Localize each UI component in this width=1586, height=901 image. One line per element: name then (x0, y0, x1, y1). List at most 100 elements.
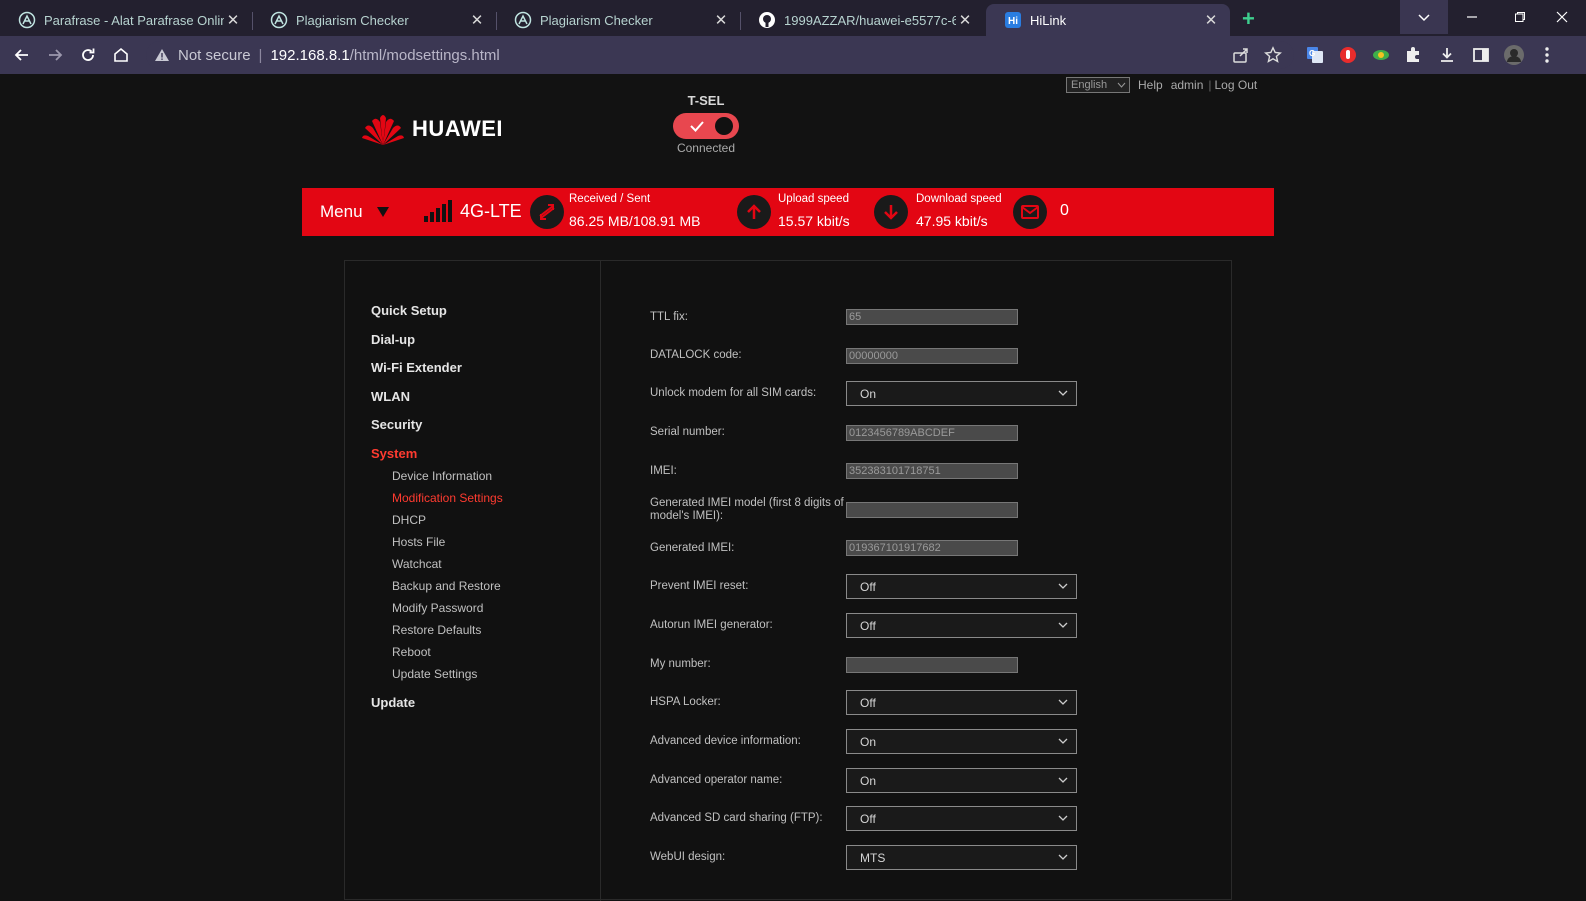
adv-sd-label: Advanced SD card sharing (FTP): (650, 812, 823, 824)
sidebar-subitem-modify-password[interactable]: Modify Password (392, 601, 483, 615)
sidebar-subitem-reboot[interactable]: Reboot (392, 645, 431, 659)
menu-button[interactable]: Menu (320, 202, 389, 222)
tab-title: HiLink (1030, 12, 1067, 28)
forward-button[interactable] (43, 43, 67, 67)
adblock-extension-button[interactable] (1337, 44, 1359, 66)
extension-button[interactable] (1370, 44, 1392, 66)
sidebar-subitem-update-settings[interactable]: Update Settings (392, 667, 477, 681)
chevron-down-icon (1058, 854, 1068, 860)
prevent-reset-select[interactable]: Off (846, 574, 1077, 599)
serial-label: Serial number: (650, 426, 725, 438)
extensions-menu-button[interactable] (1402, 44, 1424, 66)
back-button[interactable] (10, 43, 34, 67)
close-icon[interactable]: ✕ (1202, 11, 1220, 29)
restore-button[interactable] (1496, 0, 1544, 34)
autorun-label: Autorun IMEI generator: (650, 619, 773, 631)
traffic-label: Received / Sent (569, 193, 651, 205)
translate-extension-button[interactable]: G (1304, 44, 1326, 66)
adv-device-select[interactable]: On (846, 729, 1077, 754)
chevron-down-icon (1058, 699, 1068, 705)
datalock-input[interactable]: 00000000 (846, 348, 1018, 364)
huawei-flower-icon (362, 115, 404, 145)
sidebar-item-quick-setup[interactable]: Quick Setup (371, 303, 447, 318)
url-host: 192.168.8.1 (270, 46, 350, 64)
tab-github[interactable]: 1999AZZAR/huawei-e5577c-603 ✕ (740, 4, 984, 36)
tab-search-button[interactable] (1400, 0, 1448, 34)
address-bar[interactable]: Not secure | 192.168.8.1/html/modsetting… (146, 41, 1294, 69)
my-number-label: My number: (650, 658, 711, 670)
webui-label: WebUI design: (650, 851, 726, 863)
autorun-value: Off (860, 618, 876, 633)
sidebar-item-wifi-extender[interactable]: Wi-Fi Extender (371, 360, 462, 375)
imei-input[interactable]: 352383101718751 (846, 463, 1018, 479)
sidebar-subitem-hosts-file[interactable]: Hosts File (392, 535, 445, 549)
side-panel-button[interactable] (1470, 44, 1492, 66)
security-label: Not secure (178, 46, 251, 64)
message-button[interactable] (1013, 195, 1047, 229)
sidebar-subitem-dhcp[interactable]: DHCP (392, 513, 426, 527)
hilink-icon: Hi (1005, 12, 1021, 28)
close-icon[interactable]: ✕ (712, 11, 730, 29)
serial-input[interactable]: 0123456789ABCDEF (846, 425, 1018, 441)
sidebar-item-update[interactable]: Update (371, 695, 415, 710)
browser-menu-button[interactable] (1536, 44, 1558, 66)
traffic-value: 86.25 MB/108.91 MB (569, 213, 701, 229)
close-icon[interactable]: ✕ (468, 11, 486, 29)
download-arrow-icon (874, 195, 908, 229)
generated-imei-input[interactable]: 019367101917682 (846, 540, 1018, 556)
autorun-select[interactable]: Off (846, 613, 1077, 638)
tab-hilink[interactable]: Hi HiLink ✕ (986, 4, 1230, 36)
sidebar-subitem-backup-restore[interactable]: Backup and Restore (392, 579, 501, 593)
tab-title: 1999AZZAR/huawei-e5577c-603 (784, 12, 956, 28)
bookmark-button[interactable] (1262, 44, 1284, 66)
sidebar-subitem-watchcat[interactable]: Watchcat (392, 557, 442, 571)
share-button[interactable] (1230, 44, 1252, 66)
sidebar-subitem-modification-settings[interactable]: Modification Settings (392, 491, 503, 505)
generated-imei-model-input[interactable] (846, 502, 1018, 518)
tab-parafrase[interactable]: Parafrase - Alat Parafrase Online ✕ (0, 4, 252, 36)
help-link[interactable]: Help (1138, 78, 1163, 92)
sidebar-subitem-restore-defaults[interactable]: Restore Defaults (392, 623, 481, 637)
ttl-input[interactable]: 65 (846, 309, 1018, 325)
upload-value: 15.57 kbit/s (778, 213, 850, 229)
reload-button[interactable] (76, 43, 100, 67)
tab-plagiarism-2[interactable]: Plagiarism Checker ✕ (496, 4, 740, 36)
unlock-select[interactable]: On (846, 381, 1077, 406)
connection-toggle[interactable] (673, 113, 739, 139)
sidebar-item-security[interactable]: Security (371, 417, 422, 432)
close-window-button[interactable] (1538, 0, 1586, 34)
profile-button[interactable] (1503, 44, 1525, 66)
close-icon[interactable]: ✕ (224, 11, 242, 29)
tab-title: Parafrase - Alat Parafrase Online (44, 12, 224, 28)
hilink-page: English Help admin | Log Out HUAWEI T-SE… (0, 74, 1586, 901)
sidebar-item-dial-up[interactable]: Dial-up (371, 332, 415, 347)
adv-sd-select[interactable]: Off (846, 806, 1077, 831)
hspa-select[interactable]: Off (846, 690, 1077, 715)
operator-status: T-SEL Connected (668, 93, 744, 155)
ttl-label: TTL fix: (650, 311, 688, 323)
new-tab-button[interactable]: + (1242, 6, 1255, 32)
translate-icon: G (1307, 47, 1323, 63)
home-button[interactable] (109, 43, 133, 67)
tab-plagiarism-1[interactable]: Plagiarism Checker ✕ (252, 4, 496, 36)
ai-logo-icon (270, 11, 288, 29)
webui-select[interactable]: MTS (846, 845, 1077, 870)
logout-link[interactable]: Log Out (1215, 78, 1258, 92)
language-select[interactable]: English (1066, 77, 1130, 93)
star-icon (1264, 46, 1282, 63)
hand-stop-icon (1340, 47, 1356, 63)
my-number-input[interactable] (846, 657, 1018, 673)
downloads-button[interactable] (1436, 44, 1458, 66)
home-icon (114, 47, 128, 62)
address-divider: | (258, 46, 263, 64)
hspa-label: HSPA Locker: (650, 696, 721, 708)
back-arrow-icon (14, 49, 28, 61)
sidebar-item-wlan[interactable]: WLAN (371, 389, 410, 404)
warning-icon (155, 49, 169, 61)
sidebar-item-system[interactable]: System (371, 446, 417, 461)
adv-operator-select[interactable]: On (846, 768, 1077, 793)
minimize-button[interactable] (1448, 0, 1496, 34)
sidebar-subitem-device-information[interactable]: Device Information (392, 469, 492, 483)
chevron-down-icon (1117, 82, 1126, 88)
close-icon[interactable]: ✕ (956, 11, 974, 29)
